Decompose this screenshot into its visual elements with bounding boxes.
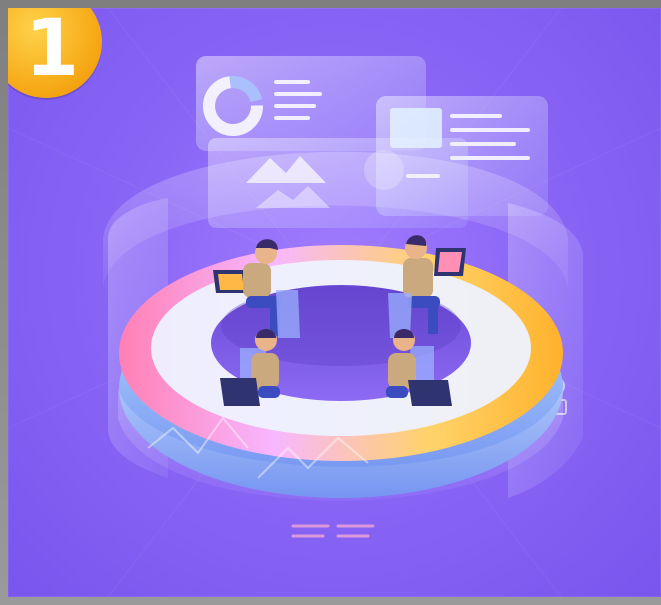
step-number-badge: 1 xyxy=(8,8,102,98)
office-hub-illustration xyxy=(8,8,661,597)
front-text-lines xyxy=(291,524,375,538)
illustration-card: 1 xyxy=(8,8,661,597)
step-number: 1 xyxy=(24,8,80,94)
chair-icon xyxy=(276,290,300,338)
floating-panels xyxy=(196,56,548,228)
